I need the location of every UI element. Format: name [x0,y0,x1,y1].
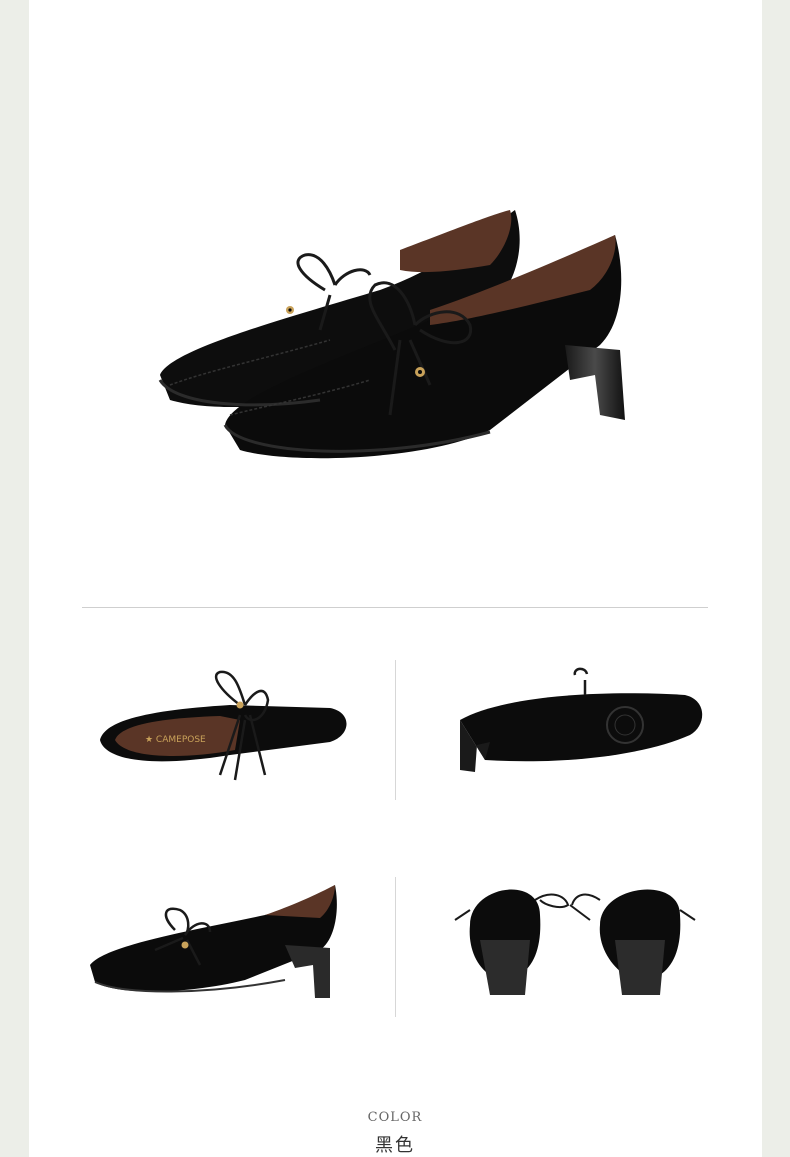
main-product-image [130,180,650,490]
sole-view-image [445,660,715,790]
section-divider [82,607,708,608]
color-name: 黑色 [375,1135,415,1156]
side-view-image [85,870,355,1010]
column-divider-bottom [395,877,396,1017]
column-divider-top [395,660,396,800]
svg-text:★ CAMEPOSE: ★ CAMEPOSE [145,735,206,745]
top-view-image: ★ CAMEPOSE [90,660,360,790]
color-heading: COLOR [367,1110,423,1125]
back-view-image [450,865,710,1005]
